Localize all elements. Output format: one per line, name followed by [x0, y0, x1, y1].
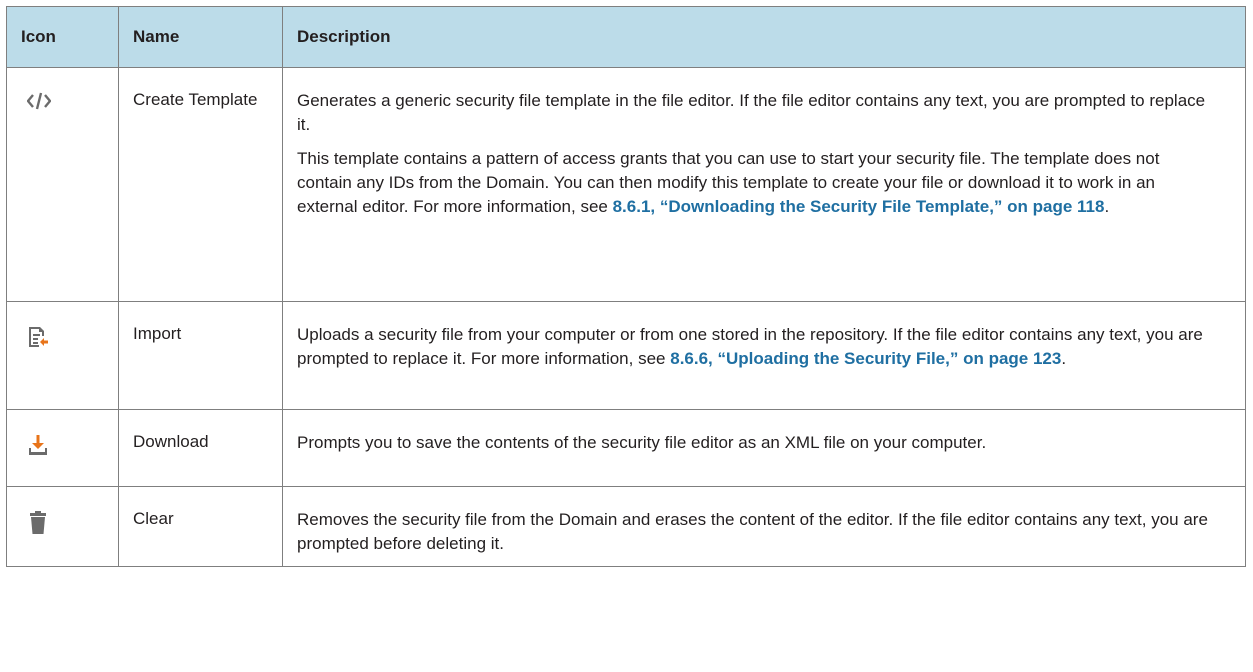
table-row: Download Prompts you to save the content…	[6, 409, 1246, 487]
icon-reference-table: Icon Name Description Create Template Ge…	[6, 6, 1246, 567]
row-description: Prompts you to save the contents of the …	[282, 409, 1246, 487]
download-icon	[27, 434, 49, 456]
header-icon: Icon	[6, 6, 119, 68]
description-paragraph: Removes the security file from the Domai…	[297, 510, 1208, 553]
description-paragraph: Uploads a security file from your comput…	[297, 325, 1203, 368]
table-row: Clear Removes the security file from the…	[6, 486, 1246, 567]
trash-icon	[27, 511, 49, 534]
table-row: Import Uploads a security file from your…	[6, 301, 1246, 410]
row-name-import: Import	[118, 301, 283, 410]
cross-reference-link[interactable]: 8.6.1, “Downloading the Security File Te…	[613, 197, 1105, 216]
row-description: Generates a generic security file templa…	[282, 67, 1246, 302]
header-description: Description	[282, 6, 1246, 68]
description-paragraph: Prompts you to save the contents of the …	[297, 433, 987, 452]
row-description: Uploads a security file from your comput…	[282, 301, 1246, 410]
code-icon	[27, 92, 51, 114]
table-header-row: Icon Name Description	[6, 6, 1246, 68]
header-name: Name	[118, 6, 283, 68]
row-name-create-template: Create Template	[118, 67, 283, 302]
row-description: Removes the security file from the Domai…	[282, 486, 1246, 567]
description-paragraph: Generates a generic security file templa…	[297, 91, 1206, 134]
description-paragraph: This template contains a pattern of acce…	[297, 149, 1160, 216]
cross-reference-link[interactable]: 8.6.6, “Uploading the Security File,” on…	[670, 349, 1061, 368]
import-icon	[27, 326, 49, 348]
row-name-download: Download	[118, 409, 283, 487]
table-row: Create Template Generates a generic secu…	[6, 67, 1246, 302]
row-name-clear: Clear	[118, 486, 283, 567]
